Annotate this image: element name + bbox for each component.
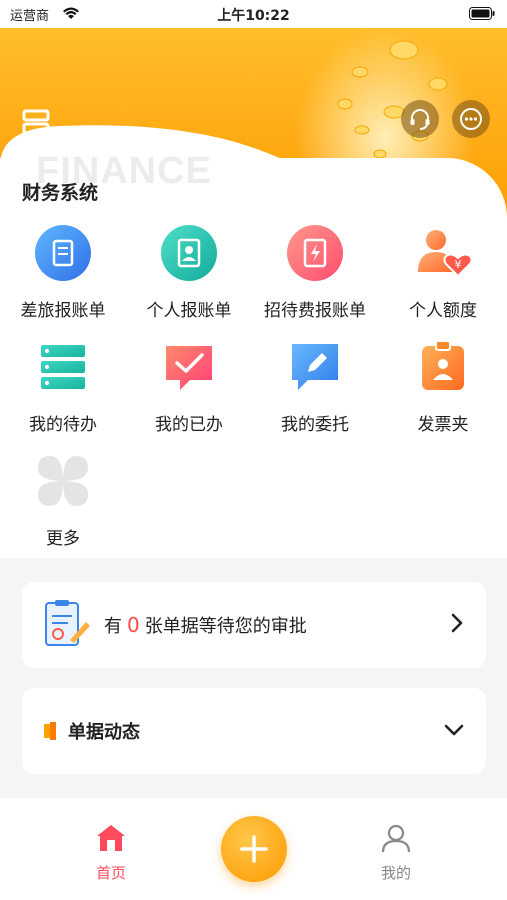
tab-home[interactable]: 首页 [81,822,141,883]
grid-item-done[interactable]: 我的已办 [126,338,252,435]
invoice-folder-icon [422,340,464,390]
grid-item-travel-expense[interactable]: 差旅报账单 [0,224,126,321]
home-icon [97,825,125,851]
section-title: 财务系统 [22,182,99,204]
chevron-down-icon [444,724,464,736]
grid-item-personal-expense[interactable]: 个人报账单 [126,224,252,321]
entertainment-expense-icon [287,225,343,281]
grid-label: 我的委托 [281,415,349,435]
tab-mine-label: 我的 [380,864,411,882]
grid-label: 发票夹 [417,415,469,435]
grid-item-todo[interactable]: 我的待办 [0,338,126,435]
battery-icon [469,7,495,20]
travel-expense-icon [35,225,91,281]
grid-item-more[interactable]: 更多 [0,452,126,549]
tab-mine[interactable]: 我的 [366,822,426,883]
more-apps-icon [38,456,88,506]
chevron-right-icon [451,613,463,633]
grid-label: 个人报账单 [146,301,232,321]
pending-approval-text: 有 0 张单据等待您的审批 [104,613,307,637]
add-button[interactable] [221,816,287,882]
section-marker-icon [44,722,56,740]
status-time: 上午10:22 [217,8,290,24]
delegate-icon [292,344,338,390]
pending-approval-card[interactable]: 有 0 张单据等待您的审批 [22,582,486,668]
pending-count: 0 [127,613,140,637]
grid-label: 差旅报账单 [20,301,106,321]
grid-label: 个人额度 [409,301,477,321]
grid-item-entertainment-expense[interactable]: 招待费报账单 [252,224,378,321]
user-icon [381,824,411,853]
grid-item-personal-quota[interactable]: ¥ 个人额度 [380,224,506,321]
svg-text:¥: ¥ [455,258,462,271]
document-dynamics-title: 单据动态 [68,722,140,743]
document-dynamics-card[interactable]: 单据动态 [22,688,486,774]
todo-icon [41,345,85,389]
grid-label: 我的已办 [155,415,223,435]
grid-label: 招待费报账单 [264,301,366,321]
document-approval-icon [45,600,90,646]
grid-label: 我的待办 [29,415,97,435]
done-icon [166,346,212,390]
grid-item-invoice-folder[interactable]: 发票夹 [380,338,506,435]
grid-item-delegate[interactable]: 我的委托 [252,338,378,435]
tab-home-label: 首页 [95,864,126,882]
plus-icon [240,835,268,863]
personal-expense-icon [161,225,217,281]
grid-label: 更多 [46,529,80,549]
personal-quota-icon: ¥ [418,230,473,278]
status-bar: 运营商 上午10:22 [0,0,507,28]
